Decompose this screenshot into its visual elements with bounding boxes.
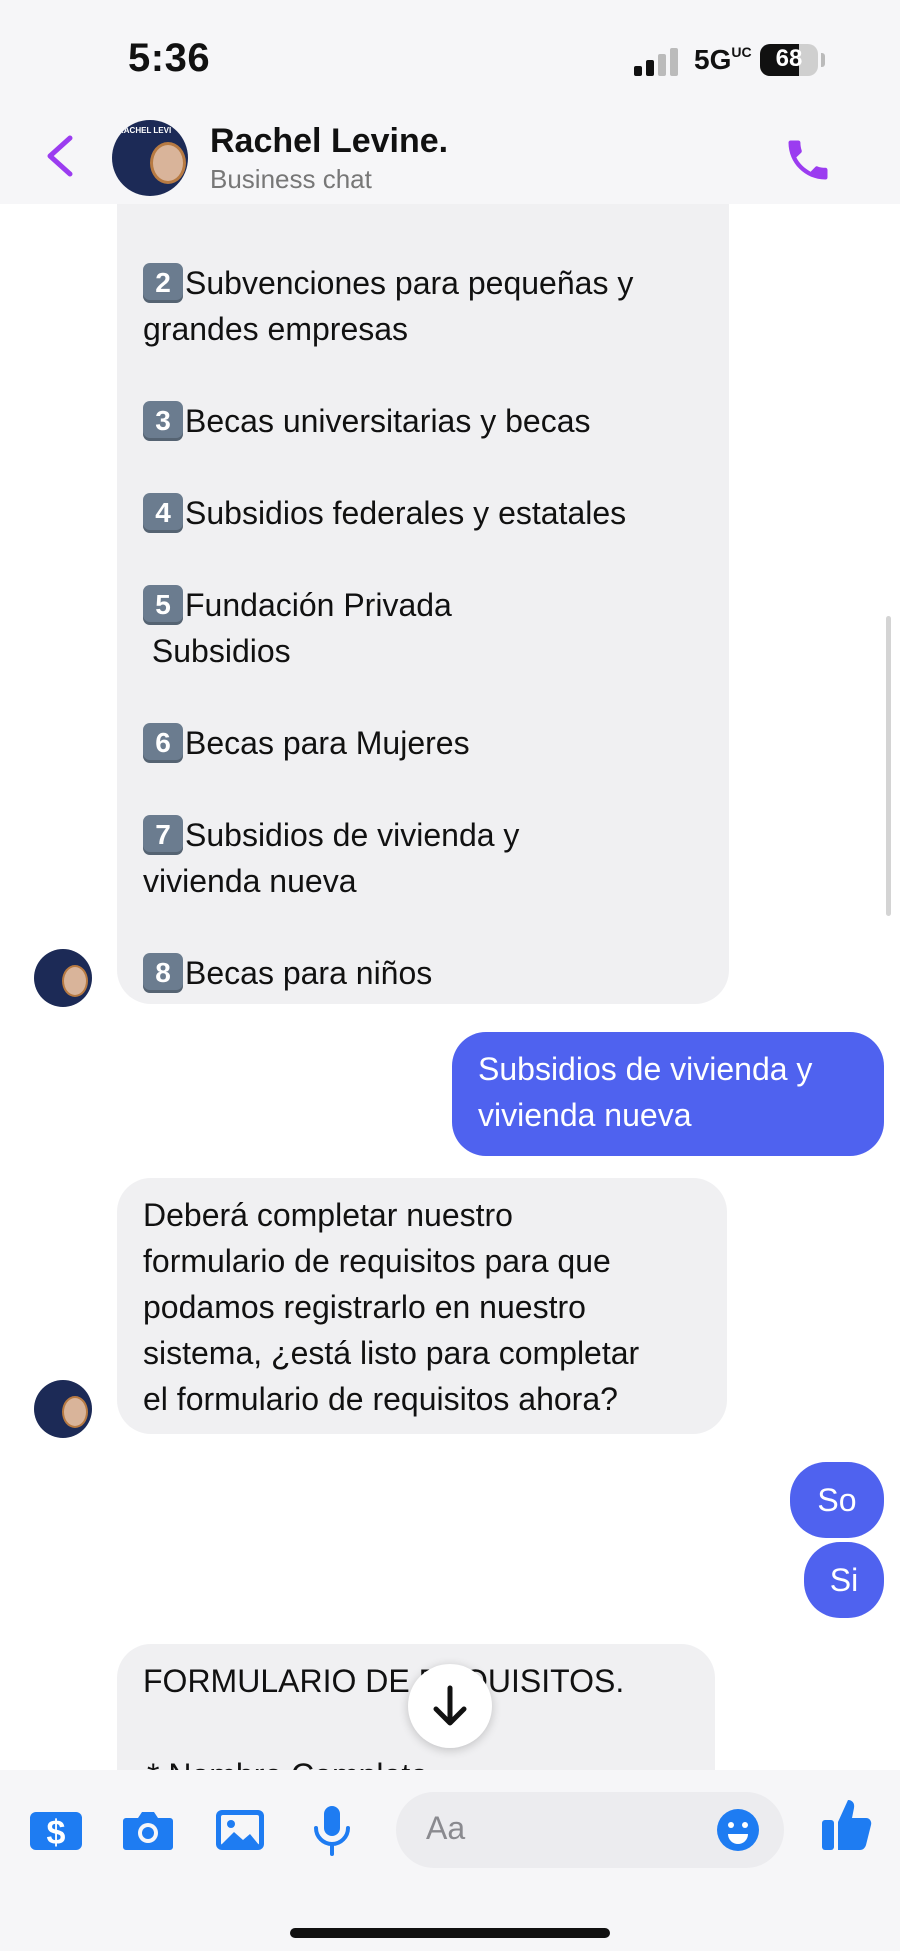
avatar-portrait: [62, 1396, 88, 1428]
option-item: 2 Subvenciones para pequeñas y grandes em…: [143, 260, 699, 352]
bot-message-line: Deberá completar nuestro: [143, 1197, 513, 1233]
option-text: Becas para Mujeres: [185, 725, 470, 761]
svg-text:$: $: [47, 1814, 66, 1852]
message-thread[interactable]: 2 2Subvenciones para pequeñas y grandes …: [0, 204, 900, 1770]
option-item: 4 Subsidios federales y estatales: [143, 490, 699, 536]
user-message: Subsidios de vivienda y vivienda nueva: [452, 1032, 884, 1156]
option-item: 3 Becas universitarias y becas: [143, 398, 699, 444]
keycap-2-icon: 2: [143, 263, 183, 303]
option-item: 8 Becas para niños: [143, 950, 699, 996]
sender-avatar[interactable]: [34, 949, 92, 1007]
status-bar: 5:36 5GUC 68: [0, 0, 900, 120]
bot-message-line: sistema, ¿está listo para completar: [143, 1335, 640, 1371]
keycap-8-icon: 8: [143, 953, 183, 993]
form-title: FORMULARIO DE REQUISITOS.: [143, 1663, 625, 1699]
bot-message-line: podamos registrarlo en nuestro: [143, 1289, 586, 1325]
message-input[interactable]: Aa: [396, 1792, 784, 1868]
bot-message-line: el formulario de requisitos ahora?: [143, 1381, 618, 1417]
bot-message-line: formulario de requisitos para que: [143, 1243, 611, 1279]
home-indicator: [290, 1928, 610, 1938]
option-text: Becas universitarias y becas: [185, 403, 591, 439]
option-text: Fundación Privada: [185, 587, 452, 623]
contact-subtitle: Business chat: [210, 164, 372, 194]
option-text: Subvenciones para pequeñas y: [185, 265, 634, 301]
back-chevron-icon[interactable]: [40, 132, 80, 180]
form-field-partial: * Nombre Completo: [147, 1752, 428, 1770]
payment-dollar-icon[interactable]: $: [26, 1800, 86, 1860]
scrollbar[interactable]: [886, 616, 891, 916]
avatar-logo-text: RACHEL LEVI: [118, 126, 172, 135]
contact-avatar[interactable]: RACHEL LEVI: [112, 120, 188, 196]
keycap-5-icon: 5: [143, 585, 183, 625]
avatar-portrait: [150, 142, 186, 184]
option-item: 7 Subsidios de vivienda y vivienda nueva: [143, 812, 699, 904]
option-text-cont: grandes empresas: [143, 311, 409, 347]
network-type: 5GUC: [694, 44, 752, 75]
battery-icon: 68: [760, 44, 818, 76]
keycap-7-icon: 7: [143, 815, 183, 855]
option-text: Becas para niños: [185, 955, 433, 991]
message-input-placeholder: Aa: [426, 1810, 466, 1846]
battery-tip: [821, 53, 825, 67]
thumbs-up-icon[interactable]: [818, 1794, 874, 1854]
bot-message: Deberá completar nuestro formulario de r…: [117, 1178, 727, 1434]
contact-name[interactable]: Rachel Levine.: [210, 122, 448, 161]
user-message-line: vivienda nueva: [478, 1097, 692, 1133]
option-text: Subsidios de vivienda y: [185, 817, 520, 853]
keycap-3-icon: 3: [143, 401, 183, 441]
phone-call-icon[interactable]: [782, 134, 834, 186]
option-text-cont: vivienda nueva: [143, 863, 357, 899]
camera-icon[interactable]: [118, 1800, 178, 1860]
avatar-portrait: [62, 965, 88, 997]
option-item: 5 Fundación Privada Subsidios: [143, 582, 699, 674]
keycap-4-icon: 4: [143, 493, 183, 533]
photo-gallery-icon[interactable]: [210, 1800, 270, 1860]
status-time: 5:36: [128, 36, 211, 80]
microphone-icon[interactable]: [302, 1800, 362, 1860]
battery-percent: 68: [775, 45, 803, 72]
user-message-si: Si: [804, 1542, 884, 1618]
arrow-down-icon: [433, 1685, 467, 1726]
option-item: 6 Becas para Mujeres: [143, 720, 699, 766]
keycap-6-icon: 6: [143, 723, 183, 763]
scroll-to-bottom-button[interactable]: [408, 1664, 492, 1748]
composer-bar: $ Aa: [0, 1770, 900, 1951]
user-message-line: Subsidios de vivienda y: [478, 1051, 813, 1087]
emoji-icon[interactable]: [716, 1808, 760, 1852]
sender-avatar[interactable]: [34, 1380, 92, 1438]
user-message-so: So: [790, 1462, 884, 1538]
chat-header: RACHEL LEVI Rachel Levine. Business chat: [0, 108, 900, 204]
cellular-signal-icon: [634, 48, 680, 76]
bot-message-options: 2 2Subvenciones para pequeñas y grandes …: [117, 204, 729, 1004]
option-item: 2: [143, 204, 699, 250]
option-text: Subsidios federales y estatales: [185, 495, 627, 531]
option-text-cont: Subsidios: [143, 633, 291, 669]
